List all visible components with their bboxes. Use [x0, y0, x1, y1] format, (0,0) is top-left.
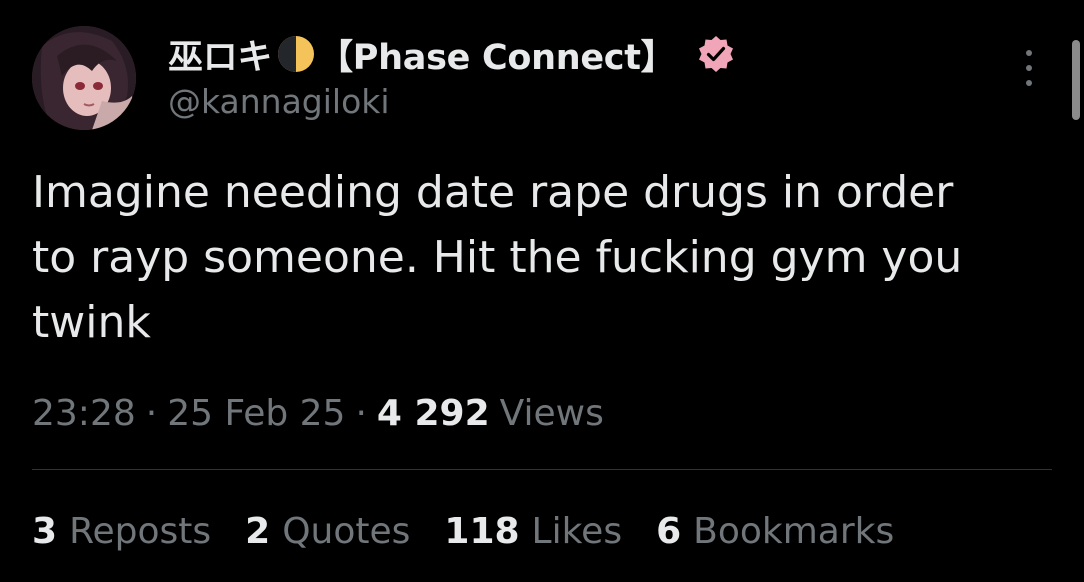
views-label: Views: [499, 392, 604, 434]
stat-count: 6: [656, 510, 682, 552]
stat-reposts[interactable]: 3 Reposts: [32, 511, 211, 552]
avatar-image: [32, 26, 136, 130]
stat-count: 118: [444, 510, 520, 552]
tweet-time[interactable]: 23:28: [32, 393, 136, 434]
verified-badge-icon[interactable]: [697, 35, 735, 73]
stat-label: Bookmarks: [693, 510, 895, 552]
author-org[interactable]: 【Phase Connect】: [318, 29, 676, 80]
moon-icon: [276, 34, 316, 74]
stat-quotes[interactable]: 2 Quotes: [245, 511, 410, 552]
stat-count: 2: [245, 510, 271, 552]
stat-likes[interactable]: 118 Likes: [444, 511, 622, 552]
engagement-stats: 3 Reposts 2 Quotes 118 Likes 6 Bookmarks: [32, 508, 928, 554]
stat-label: Likes: [531, 510, 623, 552]
stat-bookmarks[interactable]: 6 Bookmarks: [656, 511, 894, 552]
views-count: 4 292: [376, 392, 490, 434]
stat-label: Quotes: [282, 510, 411, 552]
author-display-name[interactable]: 巫ロキ: [168, 29, 272, 80]
stat-label: Reposts: [69, 510, 212, 552]
stat-count: 3: [32, 510, 58, 552]
more-options-icon[interactable]: [1018, 50, 1040, 86]
meta-separator: ·: [145, 392, 158, 434]
avatar[interactable]: [32, 26, 136, 130]
tweet-text: Imagine needing date rape drugs in order…: [32, 167, 963, 348]
scrollbar[interactable]: [1072, 40, 1080, 120]
divider: [32, 469, 1052, 470]
tweet-meta: 23:28 · 25 Feb 25 · 4 292 Views: [32, 390, 604, 436]
meta-separator: ·: [355, 392, 367, 434]
author-name-row[interactable]: 巫ロキ 【Phase Connect】: [168, 32, 735, 78]
tweet-date[interactable]: 25 Feb 25: [167, 393, 345, 434]
author-handle[interactable]: @kannagiloki: [168, 82, 390, 121]
